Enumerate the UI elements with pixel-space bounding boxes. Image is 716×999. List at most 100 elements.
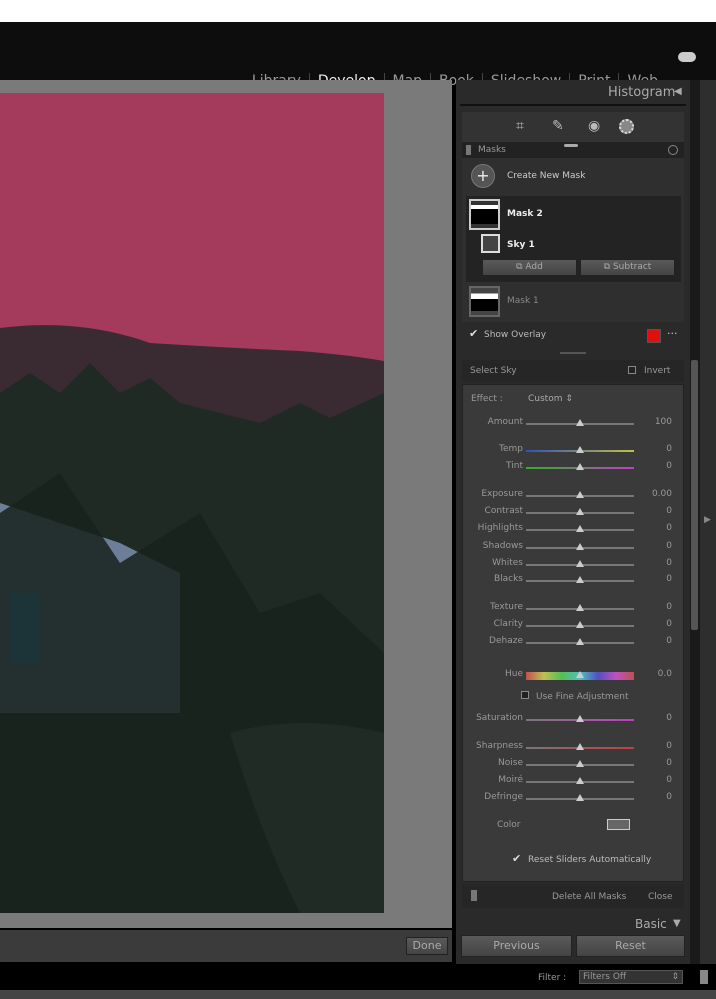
slider-knob[interactable] xyxy=(576,491,584,498)
slider-temp[interactable]: Temp 0 xyxy=(462,444,684,458)
crop-icon[interactable]: ⌗ xyxy=(516,118,524,134)
mask-2-label[interactable]: Mask 2 xyxy=(507,209,543,219)
mask-2-thumbnail[interactable] xyxy=(469,199,500,230)
collapse-right-arrow-icon[interactable]: ▶ xyxy=(704,515,711,525)
slider-shadows[interactable]: Shadows 0 xyxy=(462,541,684,555)
slider-knob[interactable] xyxy=(576,446,584,453)
cloud-icon[interactable] xyxy=(678,52,696,62)
slider-value[interactable]: 0.00 xyxy=(652,489,672,499)
slider-knob[interactable] xyxy=(576,621,584,628)
slider-knob[interactable] xyxy=(576,560,584,567)
create-new-mask-button[interactable]: Create New Mask xyxy=(507,171,585,181)
slider-knob[interactable] xyxy=(576,671,584,678)
slider-knob[interactable] xyxy=(576,543,584,550)
effect-label: Effect : xyxy=(471,394,503,404)
drag-handle-icon[interactable] xyxy=(564,144,578,147)
done-button[interactable]: Done xyxy=(406,937,448,955)
slider-clarity[interactable]: Clarity 0 xyxy=(462,619,684,633)
slider-knob[interactable] xyxy=(576,715,584,722)
slider-knob[interactable] xyxy=(576,743,584,750)
color-swatch[interactable] xyxy=(607,819,630,830)
slider-knob[interactable] xyxy=(576,777,584,784)
fine-adjust-checkbox[interactable] xyxy=(521,691,529,699)
resize-handle[interactable] xyxy=(560,352,586,354)
photo-preview[interactable] xyxy=(0,93,384,913)
slider-value[interactable]: 0 xyxy=(666,506,672,516)
slider-value[interactable]: 0 xyxy=(666,444,672,454)
slider-value[interactable]: 0 xyxy=(666,523,672,533)
panel-switch-icon[interactable] xyxy=(471,890,477,901)
slider-tint[interactable]: Tint 0 xyxy=(462,461,684,475)
basic-header[interactable]: Basic xyxy=(635,917,667,931)
slider-knob[interactable] xyxy=(576,508,584,515)
slider-label: Highlights xyxy=(477,523,523,533)
slider-highlights[interactable]: Highlights 0 xyxy=(462,523,684,537)
slider-value[interactable]: 0 xyxy=(666,741,672,751)
slider-value[interactable]: 0 xyxy=(666,541,672,551)
slider-sharpness[interactable]: Sharpness 0 xyxy=(462,741,684,755)
slider-exposure[interactable]: Exposure 0.00 xyxy=(462,489,684,503)
close-button[interactable]: Close xyxy=(648,892,673,902)
filter-dropdown[interactable]: Filters Off ⇕ xyxy=(579,970,683,984)
histogram-header[interactable]: Histogram xyxy=(608,85,675,100)
slider-value[interactable]: 0 xyxy=(666,713,672,723)
slider-value[interactable]: 0 xyxy=(666,602,672,612)
slider-knob[interactable] xyxy=(576,419,584,426)
title-bar xyxy=(0,0,716,22)
slider-texture[interactable]: Texture 0 xyxy=(462,602,684,616)
slider-knob[interactable] xyxy=(576,604,584,611)
slider-value[interactable]: 0 xyxy=(666,775,672,785)
sky-1-thumbnail[interactable] xyxy=(481,234,500,253)
masking-icon[interactable] xyxy=(619,119,634,134)
plus-icon[interactable]: + xyxy=(471,164,495,188)
slider-knob[interactable] xyxy=(576,760,584,767)
slider-knob[interactable] xyxy=(576,576,584,583)
healing-icon[interactable]: ✎ xyxy=(552,118,564,134)
slider-blacks[interactable]: Blacks 0 xyxy=(462,574,684,588)
slider-value[interactable]: 0 xyxy=(666,619,672,629)
slider-value[interactable]: 100 xyxy=(655,417,672,427)
slider-knob[interactable] xyxy=(576,525,584,532)
slider-contrast[interactable]: Contrast 0 xyxy=(462,506,684,520)
delete-all-masks-button[interactable]: Delete All Masks xyxy=(552,892,626,902)
slider-moir[interactable]: Moiré 0 xyxy=(462,775,684,789)
slider-value[interactable]: 0 xyxy=(666,758,672,768)
slider-whites[interactable]: Whites 0 xyxy=(462,558,684,572)
add-button[interactable]: ⧉ Add xyxy=(482,259,577,276)
panel-switch-icon[interactable] xyxy=(466,145,471,155)
slider-amount[interactable]: Amount 100 xyxy=(462,417,684,431)
slider-knob[interactable] xyxy=(576,463,584,470)
help-icon[interactable] xyxy=(668,145,678,155)
slider-hue[interactable]: Hue 0.0 xyxy=(462,669,684,683)
slider-value[interactable]: 0 xyxy=(666,558,672,568)
slider-knob[interactable] xyxy=(576,794,584,801)
slider-dehaze[interactable]: Dehaze 0 xyxy=(462,636,684,650)
mask-1-thumbnail[interactable] xyxy=(469,286,500,317)
slider-value[interactable]: 0 xyxy=(666,792,672,802)
show-overlay-checkbox[interactable]: ✔ xyxy=(469,327,478,340)
slider-saturation[interactable]: Saturation 0 xyxy=(462,713,684,727)
slider-value[interactable]: 0.0 xyxy=(658,669,672,679)
slider-defringe[interactable]: Defringe 0 xyxy=(462,792,684,806)
effect-dropdown[interactable]: Custom ⇕ xyxy=(528,394,573,404)
slider-value[interactable]: 0 xyxy=(666,574,672,584)
reset-button[interactable]: Reset xyxy=(576,935,685,957)
expand-triangle-icon[interactable]: ▼ xyxy=(673,918,681,929)
subtract-button[interactable]: ⧉ Subtract xyxy=(580,259,675,276)
slider-noise[interactable]: Noise 0 xyxy=(462,758,684,772)
filmstrip-toggle[interactable] xyxy=(700,970,708,984)
filmstrip[interactable] xyxy=(0,990,716,999)
reset-sliders-checkbox[interactable]: ✔ xyxy=(512,852,521,865)
slider-value[interactable]: 0 xyxy=(666,461,672,471)
more-options-icon[interactable]: ··· xyxy=(667,327,678,340)
sky-1-label[interactable]: Sky 1 xyxy=(507,240,535,250)
slider-knob[interactable] xyxy=(576,638,584,645)
previous-button[interactable]: Previous xyxy=(461,935,572,957)
red-eye-icon[interactable]: ◉ xyxy=(588,118,600,134)
invert-checkbox[interactable] xyxy=(628,366,636,374)
mask-1-label[interactable]: Mask 1 xyxy=(507,296,539,306)
collapse-triangle-icon[interactable]: ◀ xyxy=(674,86,682,97)
slider-value[interactable]: 0 xyxy=(666,636,672,646)
overlay-color-swatch[interactable] xyxy=(647,329,661,343)
scrollbar-thumb[interactable] xyxy=(691,360,698,630)
